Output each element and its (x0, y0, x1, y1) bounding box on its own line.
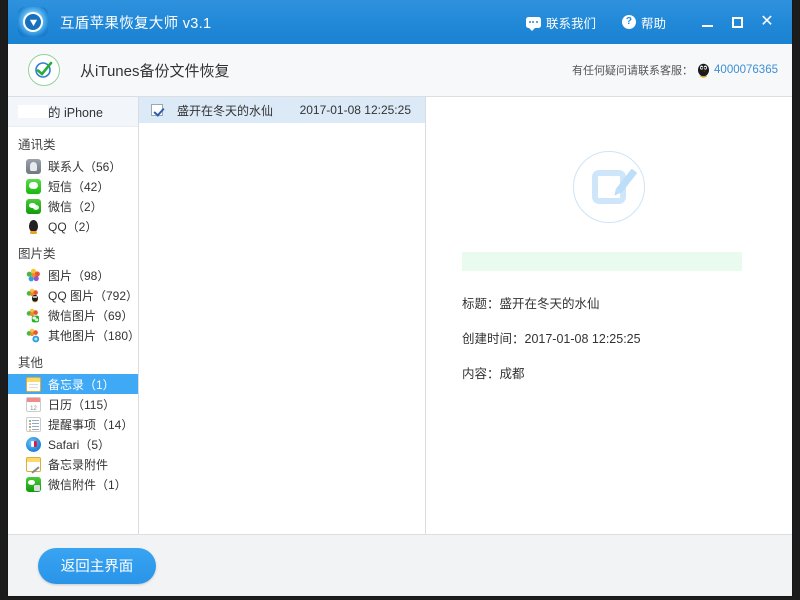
support-info: 有任何疑问请联系客服： 4000076365 (572, 62, 778, 78)
contact-us-label: 联系我们 (545, 16, 596, 31)
sidebar-item-label: Safari（5） (48, 437, 111, 452)
sidebar-item-qq-photos[interactable]: QQ 图片（792） (8, 285, 138, 305)
support-phone[interactable]: 4000076365 (714, 64, 778, 76)
sidebar-item-wechat[interactable]: 微信（2） (8, 196, 138, 216)
sidebar-group-label: 通讯类 (18, 138, 56, 152)
close-icon: ✕ (760, 13, 774, 30)
row-date: 2017-01-08 12:25:25 (299, 103, 411, 117)
footer-bar: 返回主界面 (8, 534, 792, 596)
sidebar-item-reminders[interactable]: 提醒事项（14） (8, 414, 138, 434)
sidebar-item-other-photos[interactable]: 其他图片（180） (8, 325, 138, 345)
detail-field-content: 内容：成都 (462, 367, 525, 381)
note-edit-icon (573, 151, 645, 223)
wechat-attachment-icon (26, 476, 41, 492)
support-text: 有任何疑问请联系客服： (572, 65, 694, 77)
close-button[interactable]: ✕ (752, 7, 782, 37)
maximize-button[interactable] (722, 7, 752, 37)
chat-bubble-icon (525, 16, 541, 31)
sidebar-item-label: 备忘录附件 (48, 457, 109, 472)
sidebar-item-label: QQ 图片（792） (48, 288, 138, 303)
sidebar-item-label: 短信（42） (48, 179, 110, 194)
sidebar-item-calendar[interactable]: 12 日历（115） (8, 394, 138, 414)
sidebar-item-label: 其他图片（180） (48, 328, 138, 343)
sidebar-group-label: 其他 (18, 356, 44, 370)
contact-us-button[interactable]: 联系我们 (525, 13, 596, 32)
preview-icon-wrap (426, 151, 792, 223)
shield-logo-icon (18, 7, 48, 37)
application-window: 互盾苹果恢复大师 v3.1 联系我们 ? 帮助 ✕ 从iTunes备份文件恢复 … (8, 0, 792, 596)
detail-field-title: 标题：盛开在冬天的水仙 (462, 297, 600, 311)
row-title: 盛开在冬天的水仙 (177, 103, 274, 118)
highlight-bar (462, 252, 742, 271)
sidebar-item-notes[interactable]: 备忘录（1） (8, 374, 138, 394)
sidebar-item-notes-attachment[interactable]: 备忘录附件 (8, 454, 138, 474)
page-title: 从iTunes备份文件恢复 (80, 62, 230, 80)
sidebar-item-wechat-photos[interactable]: 微信图片（69） (8, 305, 138, 325)
page-header: 从iTunes备份文件恢复 有任何疑问请联系客服： 4000076365 (8, 44, 792, 97)
calendar-icon: 12 (26, 396, 41, 412)
sidebar-item-qq[interactable]: QQ（2） (8, 216, 138, 236)
main-body: 的 iPhone 通讯类 联系人（56） 短信（42） 微信（2） QQ（2） … (8, 97, 792, 534)
wechat-icon (26, 198, 41, 214)
app-title: 互盾苹果恢复大师 v3.1 (60, 15, 212, 32)
sidebar-item-label: 微信（2） (48, 199, 103, 214)
sidebar-item-label: QQ（2） (48, 219, 98, 234)
sidebar: 的 iPhone 通讯类 联系人（56） 短信（42） 微信（2） QQ（2） … (8, 97, 139, 534)
wechat-photos-icon (26, 307, 41, 323)
sidebar-item-safari[interactable]: Safari（5） (8, 434, 138, 454)
green-check-circle-icon (28, 54, 60, 86)
sidebar-item-label: 微信图片（69） (48, 308, 134, 323)
window-controls: ✕ (692, 7, 782, 37)
notes-icon (26, 376, 41, 392)
sidebar-item-label: 图片（98） (48, 268, 110, 283)
sidebar-item-contacts[interactable]: 联系人（56） (8, 156, 138, 176)
sidebar-item-label: 备忘录（1） (48, 377, 115, 392)
qq-penguin-icon (697, 63, 710, 78)
title-bar: 互盾苹果恢复大师 v3.1 联系我们 ? 帮助 ✕ (8, 0, 792, 44)
reminders-icon (26, 416, 41, 432)
device-name-item[interactable]: 的 iPhone (8, 97, 138, 127)
record-list: 盛开在冬天的水仙 2017-01-08 12:25:25 (139, 97, 426, 534)
device-name-redacted (18, 105, 48, 118)
minimize-button[interactable] (692, 7, 722, 37)
minimize-icon (701, 25, 713, 27)
safari-icon (26, 436, 41, 452)
detail-panel: 标题：盛开在冬天的水仙 创建时间：2017-01-08 12:25:25 内容：… (426, 97, 792, 534)
qq-photos-icon (26, 287, 41, 303)
maximize-icon (731, 16, 743, 28)
table-row[interactable]: 盛开在冬天的水仙 2017-01-08 12:25:25 (139, 97, 425, 123)
back-to-main-button[interactable]: 返回主界面 (38, 547, 156, 584)
sidebar-item-photos[interactable]: 图片（98） (8, 265, 138, 285)
help-label: 帮助 (640, 16, 666, 31)
device-name-label: 的 iPhone (48, 106, 103, 120)
sidebar-item-label: 提醒事项（14） (48, 417, 134, 432)
photos-icon (26, 267, 41, 283)
title-bar-actions: 联系我们 ? 帮助 ✕ (525, 0, 792, 44)
sidebar-item-label: 微信附件（1） (48, 477, 127, 492)
sidebar-item-label: 日历（115） (48, 397, 116, 412)
sidebar-item-sms[interactable]: 短信（42） (8, 176, 138, 196)
sidebar-group-label: 图片类 (18, 247, 56, 261)
notes-attachment-icon (26, 456, 41, 472)
detail-field-created: 创建时间：2017-01-08 12:25:25 (462, 332, 641, 346)
row-checkbox[interactable] (151, 104, 163, 116)
sidebar-item-label: 联系人（56） (48, 159, 122, 174)
question-circle-icon: ? (621, 15, 636, 29)
detail-fields: 标题：盛开在冬天的水仙 创建时间：2017-01-08 12:25:25 内容：… (462, 293, 792, 382)
contacts-icon (26, 158, 41, 174)
other-photos-icon (26, 327, 41, 343)
sidebar-item-wechat-attachment[interactable]: 微信附件（1） (8, 474, 138, 494)
sms-icon (26, 178, 41, 194)
qq-icon (26, 218, 41, 234)
help-button[interactable]: ? 帮助 (621, 13, 666, 32)
